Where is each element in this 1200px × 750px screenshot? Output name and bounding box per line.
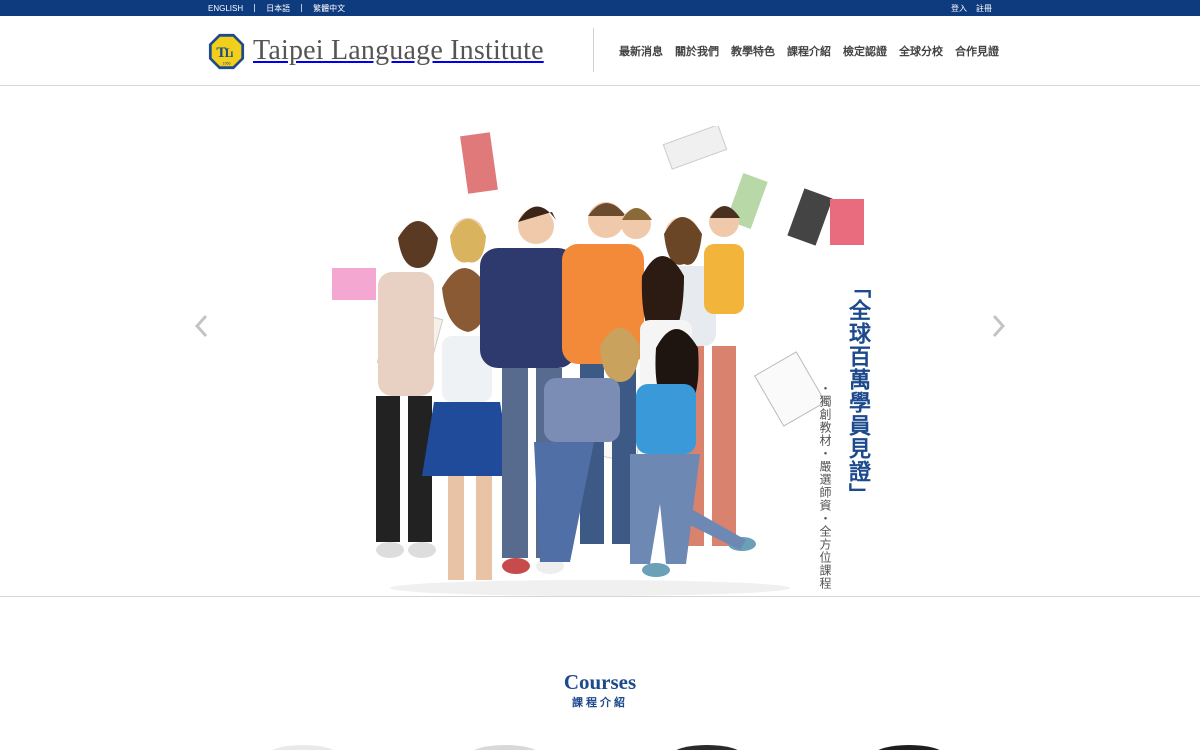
nav-item-teaching-features[interactable]: 教學特色 [731,43,775,59]
logo-text: Taipei Language Institute [253,35,544,66]
nav-item-partnerships[interactable]: 合作見證 [955,43,999,59]
site-header: T L I 1956 Taipei Language Institute 最新消… [0,16,1200,86]
language-japanese-link[interactable]: 日本語 [266,3,290,14]
nav-item-certification[interactable]: 檢定認證 [843,43,887,59]
hero-slogan-sub: ・獨創教材・嚴選師資・全方位課程 [818,382,832,590]
login-link[interactable]: 登入 [951,3,967,14]
chevron-left-icon[interactable] [192,312,212,340]
main-nav: 最新消息 關於我們 教學特色 課程介紹 檢定認證 全球分校 合作見證 [619,16,999,86]
chevron-right-icon[interactable] [988,312,1008,340]
nav-item-global-branches[interactable]: 全球分校 [899,43,943,59]
site-logo[interactable]: T L I 1956 Taipei Language Institute [208,31,544,71]
hero-students-photo [332,126,864,596]
courses-subheading: 課程介紹 [572,697,628,709]
nav-item-news[interactable]: 最新消息 [619,43,663,59]
language-english-link[interactable]: ENGLISH [208,4,243,13]
course-thumbnail[interactable] [672,745,742,750]
logo-badge-icon: T L I 1956 [208,33,245,69]
register-link[interactable]: 註冊 [976,3,992,14]
top-utility-bar: ENGLISH 日本語 繁體中文 登入 註冊 [0,0,1200,16]
hero-slogan-main: 「全球百萬學員見證」 [846,276,871,506]
language-separator [254,4,256,12]
auth-links: 登入 註冊 [951,0,992,16]
course-thumbnail[interactable] [470,745,540,750]
nav-item-courses[interactable]: 課程介紹 [787,43,831,59]
nav-item-about[interactable]: 關於我們 [675,43,719,59]
courses-section: Courses 課程介紹 [0,597,1200,750]
course-thumbnail[interactable] [268,745,338,750]
language-traditional-chinese-link[interactable]: 繁體中文 [313,3,345,14]
language-separator [301,4,303,12]
header-divider [593,28,594,72]
courses-heading: Courses [563,670,637,694]
svg-text:1956: 1956 [222,61,230,65]
language-switcher: ENGLISH 日本語 繁體中文 [208,0,345,16]
hero-slider: 「全球百萬學員見證」 ・獨創教材・嚴選師資・全方位課程 [0,86,1200,597]
svg-text:I: I [230,50,233,59]
course-thumbnail[interactable] [874,745,944,750]
